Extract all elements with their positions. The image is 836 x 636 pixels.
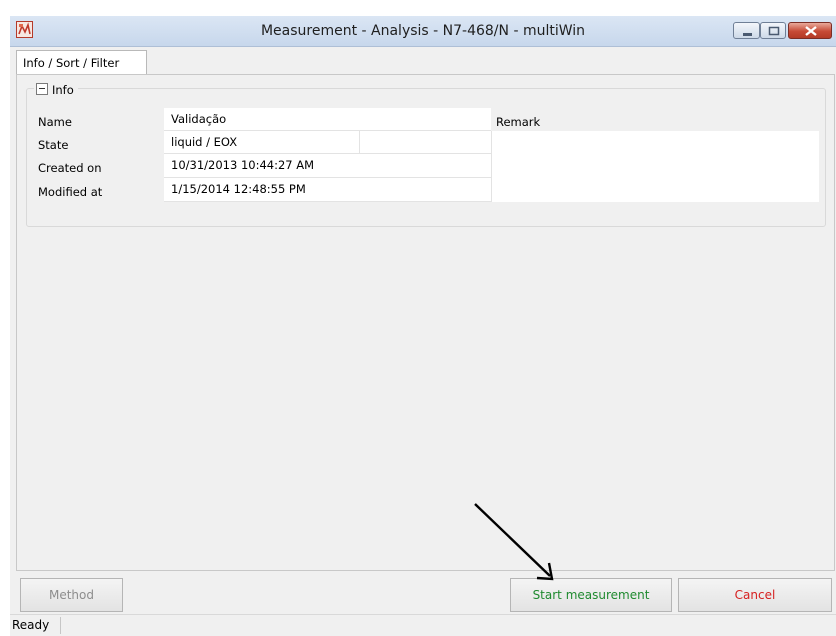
info-groupbox: Info Name Validação Remark State liquid … [26,82,826,227]
maximize-button[interactable] [760,22,786,39]
pointer-arrow-annotation [474,503,554,581]
minimize-icon [743,33,752,36]
modified-at-field[interactable]: 1/15/2014 12:48:55 PM [164,178,491,202]
state-field-divider [359,131,360,154]
state-value: liquid / EOX [171,135,238,149]
title-bar: Measurement - Analysis - N7-468/N - mult… [10,16,836,47]
remark-textarea[interactable] [491,131,819,202]
info-group-header: Info [34,82,78,97]
close-icon [805,26,817,36]
remark-label: Remark [496,115,541,129]
status-text: Ready [12,618,50,632]
created-on-label: Created on [38,161,102,175]
info-group-title: Info [52,83,74,97]
close-button[interactable] [788,22,832,39]
status-bar: Ready [10,614,836,636]
maximize-icon [768,26,780,36]
minimize-button[interactable] [733,22,760,39]
state-label: State [38,138,69,152]
name-label: Name [38,115,72,129]
name-field[interactable]: Validação [164,108,491,131]
cancel-button[interactable]: Cancel [678,578,832,612]
measurement-window: Measurement - Analysis - N7-468/N - mult… [10,16,836,636]
modified-at-label: Modified at [38,185,103,199]
status-separator [60,617,61,634]
tab-panel: Info Name Validação Remark State liquid … [16,74,835,571]
window-title: Measurement - Analysis - N7-468/N - mult… [260,23,586,39]
created-on-field[interactable]: 10/31/2013 10:44:27 AM [164,154,491,178]
state-field[interactable]: liquid / EOX [164,131,491,154]
tab-info-sort-filter[interactable]: Info / Sort / Filter [16,50,147,75]
method-button[interactable]: Method [20,578,123,612]
collapse-icon[interactable] [36,83,48,95]
